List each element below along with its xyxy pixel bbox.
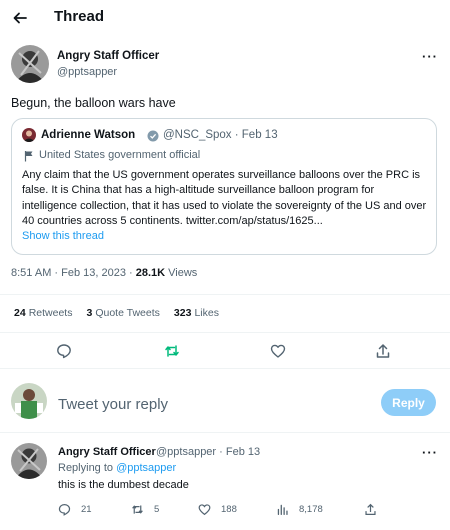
reply-author-avatar[interactable] (11, 443, 47, 479)
reply-count: 21 (81, 504, 92, 515)
verified-badge-icon (147, 129, 159, 142)
reply-text: this is the dumbest decade (58, 479, 189, 491)
timestamp-text: 8:51 AM · Feb 13, 2023 · (11, 267, 136, 279)
more-options-icon[interactable]: ··· (422, 49, 438, 64)
reply-icon[interactable] (56, 343, 72, 359)
views-count: 8,178 (299, 504, 323, 515)
top-bar: Thread (0, 0, 450, 36)
retweet-icon (132, 505, 143, 514)
divider (0, 368, 450, 369)
views-count: 28.1K (135, 267, 166, 279)
page-title: Thread (54, 8, 105, 25)
views-icon (277, 504, 288, 516)
reply-retweet-button[interactable]: 5 (131, 503, 159, 516)
replying-to-link[interactable]: @pptsapper (116, 462, 176, 474)
divider (0, 432, 450, 433)
like-icon (198, 504, 211, 516)
views-label: Views (165, 267, 198, 279)
government-official-label: United States government official (39, 149, 201, 161)
likes-stat[interactable]: 323 Likes (174, 307, 219, 319)
share-icon[interactable] (375, 343, 391, 359)
tweet-text: Begun, the balloon wars have (11, 96, 176, 110)
quoted-handle-date: @NSC_Spox · Feb 13 (163, 129, 278, 141)
reply-input[interactable]: Tweet your reply (58, 396, 168, 413)
tweet-timestamp: 8:51 AM · Feb 13, 2023 · 28.1K Views (11, 267, 197, 279)
share-icon (365, 503, 376, 515)
quoted-author-name: Adrienne Watson (41, 129, 136, 141)
replying-to: Replying to @pptsapper (58, 462, 177, 474)
tweet-stats: 24 Retweets 3 Quote Tweets 323 Likes (14, 307, 233, 319)
author-avatar[interactable] (11, 45, 49, 83)
reply-handle-date[interactable]: @pptsapper · Feb 13 (156, 446, 260, 458)
quoted-author-avatar (22, 128, 36, 142)
quoted-tweet[interactable]: Adrienne Watson @NSC_Spox · Feb 13 Unite… (11, 118, 437, 255)
reply-views-button[interactable]: 8,178 (276, 503, 323, 516)
show-this-thread-link[interactable]: Show this thread (22, 230, 104, 242)
retweet-icon[interactable] (164, 343, 180, 359)
quote-tweets-stat[interactable]: 3 Quote Tweets (86, 307, 159, 319)
current-user-avatar[interactable] (11, 383, 47, 419)
reply-reply-button[interactable]: 21 (58, 503, 92, 516)
reply-icon (58, 504, 71, 516)
author-handle[interactable]: @pptsapper (57, 66, 117, 78)
arrow-left-icon[interactable] (10, 8, 30, 28)
retweets-stat[interactable]: 24 Retweets (14, 307, 72, 319)
flag-icon (24, 149, 34, 162)
reply-like-button[interactable]: 188 (198, 503, 237, 516)
divider (0, 294, 450, 295)
quoted-tweet-text: Any claim that the US government operate… (22, 169, 427, 228)
author-name[interactable]: Angry Staff Officer (57, 50, 159, 62)
retweet-count: 5 (154, 504, 160, 515)
reply-author-name[interactable]: Angry Staff Officer (58, 446, 156, 458)
like-icon[interactable] (270, 343, 286, 359)
reply-share-button[interactable] (364, 503, 387, 516)
more-options-icon[interactable]: ··· (422, 445, 438, 460)
reply-button[interactable]: Reply (381, 389, 436, 416)
like-count: 188 (221, 504, 237, 515)
divider (0, 332, 450, 333)
